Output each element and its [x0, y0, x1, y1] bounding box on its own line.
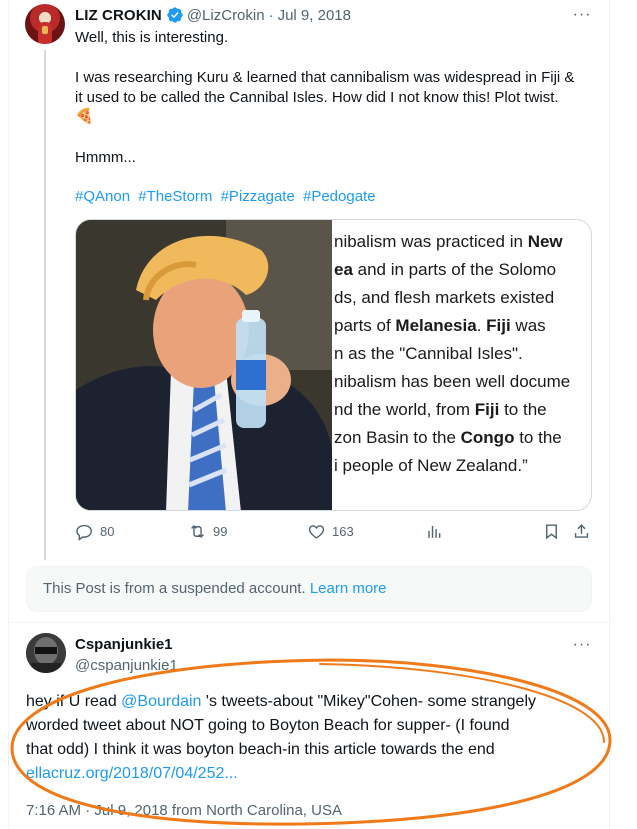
pizza-emoji: 🍕	[75, 108, 94, 125]
reply-text-line: hey if U read @Bourdain 's tweets-about …	[26, 690, 536, 714]
thread-connector	[44, 50, 46, 560]
suspended-text: This Post is from a suspended account.	[43, 580, 306, 597]
like-button[interactable]: 163	[307, 522, 354, 541]
quote-bold: ea	[334, 260, 353, 279]
tweet-text-line: it used to be called the Cannibal Isles.…	[75, 89, 559, 106]
reply-avatar-image	[26, 633, 66, 673]
reply-count: 80	[100, 524, 115, 539]
learn-more-link[interactable]: Learn more	[310, 580, 387, 597]
mention-link[interactable]: @Bourdain	[121, 693, 201, 710]
hashtag-link[interactable]: #QAnon	[75, 188, 130, 205]
header-separator: ·	[268, 6, 274, 24]
analytics-button[interactable]	[425, 522, 450, 541]
retweet-icon	[191, 524, 204, 539]
tweet-text-line: Hmmm...	[75, 149, 136, 166]
quote-line: nibalism has been well docume	[334, 372, 571, 391]
like-icon	[308, 525, 325, 539]
reply-button[interactable]: 80	[75, 522, 114, 541]
tweet-divider	[8, 622, 609, 623]
author-name[interactable]: LIZ CROKIN	[75, 7, 162, 24]
bookmark-icon	[546, 524, 557, 540]
avatar[interactable]	[25, 4, 65, 44]
author-handle[interactable]: @LizCrokin	[187, 7, 265, 24]
quote-line: i people of New Zealand.”	[334, 456, 528, 475]
reply-text-line: worded tweet about NOT going to Boyton B…	[26, 717, 510, 734]
reply-text-segment: hey if U read	[26, 693, 122, 710]
quote-line: was	[510, 316, 546, 335]
quoted-article-text: nibalism was practiced in New ea and in …	[334, 228, 570, 480]
quote-bold: Fiji	[486, 316, 511, 335]
timeline-border-right	[609, 0, 610, 829]
article-link[interactable]: ellacruz.org/2018/07/04/252...	[26, 762, 238, 786]
photo-illustration	[76, 220, 332, 510]
retweet-count: 99	[213, 524, 228, 539]
quote-line: to the	[499, 400, 547, 419]
quote-line: parts of	[334, 316, 396, 335]
avatar-detail	[42, 26, 48, 34]
reply-author-name[interactable]: Cspanjunkie1	[75, 636, 173, 653]
hashtag-link[interactable]: #TheStorm	[138, 188, 212, 205]
man-drinking-water-photo[interactable]	[76, 220, 332, 510]
tweet-actions: 80 99 163	[75, 522, 595, 544]
hashtag-list: #QAnon #TheStorm #Pizzagate #Pedogate	[75, 187, 380, 207]
article-link-text[interactable]: ellacruz.org/2018/07/04/252...	[26, 765, 238, 782]
reply-icon	[76, 524, 92, 541]
verified-badge-icon	[167, 7, 183, 23]
bookmark-button[interactable]	[542, 522, 567, 541]
like-count: 163	[332, 524, 354, 539]
quote-line: nibalism was practiced in	[334, 232, 528, 251]
reply-text-segment: 's tweets-about "Mikey"Cohen- some stran…	[201, 693, 537, 710]
quote-line: n as the "Cannibal Isles".	[334, 344, 523, 363]
analytics-icon	[428, 525, 441, 538]
more-options-icon[interactable]: ···	[570, 7, 594, 28]
share-icon	[574, 524, 589, 538]
quote-bold: Fiji	[474, 400, 500, 419]
quote-line: nd the world, from	[334, 400, 475, 419]
timeline-border-left	[8, 0, 9, 829]
quote-bold: New	[527, 232, 563, 251]
quote-line: to the	[514, 428, 562, 447]
quote-line: zon Basin to the	[334, 428, 461, 447]
tweet-text-line: I was researching Kuru & learned that ca…	[75, 69, 575, 86]
tweet-date[interactable]: Jul 9, 2018	[278, 7, 351, 24]
retweet-button[interactable]: 99	[188, 522, 227, 541]
hashtag-link[interactable]: #Pedogate	[303, 188, 376, 205]
reply-more-options-icon[interactable]: ···	[570, 637, 594, 658]
hashtag-link[interactable]: #Pizzagate	[221, 188, 295, 205]
tweet-header: LIZ CROKIN @LizCrokin · Jul 9, 2018	[75, 5, 351, 25]
tweet-text-line: Well, this is interesting.	[75, 29, 229, 46]
quote-line: ds, and flesh markets existed	[334, 288, 555, 307]
quote-bold: Congo	[460, 428, 515, 447]
reply-text-line: that odd) I think it was boyton beach-in…	[26, 741, 495, 758]
reply-metadata[interactable]: 7:16 AM · Jul 9, 2018 from North Carolin…	[26, 802, 342, 819]
reply-avatar[interactable]	[26, 633, 66, 673]
quote-line: and in parts of the Solomo	[352, 260, 557, 279]
reply-author-handle[interactable]: @cspanjunkie1	[75, 657, 178, 674]
quote-line: .	[476, 316, 487, 335]
suspended-account-notice: This Post is from a suspended account. L…	[26, 566, 592, 612]
tweet-media[interactable]: nibalism was practiced in New ea and in …	[75, 219, 592, 511]
quote-bold: Melanesia	[395, 316, 477, 335]
share-button[interactable]	[572, 522, 597, 541]
